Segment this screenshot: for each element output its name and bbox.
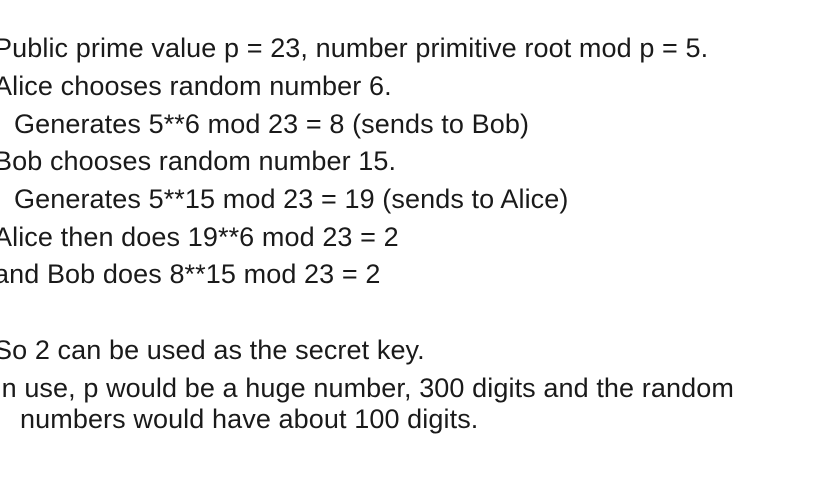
line-bob-generates: Generates 5**15 mod 23 = 19 (sends to Al…	[14, 184, 569, 214]
line-alice-computes: Alice then does 19**6 mod 23 = 2	[0, 222, 399, 252]
line-random-digits: numbers would have about 100 digits.	[20, 404, 479, 434]
line-alice-generates: Generates 5**6 mod 23 = 8 (sends to Bob)	[14, 109, 530, 139]
line-alice-chooses: Alice chooses random number 6.	[0, 71, 392, 101]
line-bob-computes: and Bob does 8**15 mod 23 = 2	[0, 259, 381, 289]
line-in-use: In use, p would be a huge number, 300 di…	[0, 373, 734, 403]
line-secret-key: So 2 can be used as the secret key.	[0, 335, 425, 365]
line-bob-chooses: Bob chooses random number 15.	[0, 146, 397, 176]
line-public-prime: Public prime value p = 23, number primit…	[0, 33, 709, 63]
slide: Public prime value p = 23, number primit…	[0, 0, 831, 491]
